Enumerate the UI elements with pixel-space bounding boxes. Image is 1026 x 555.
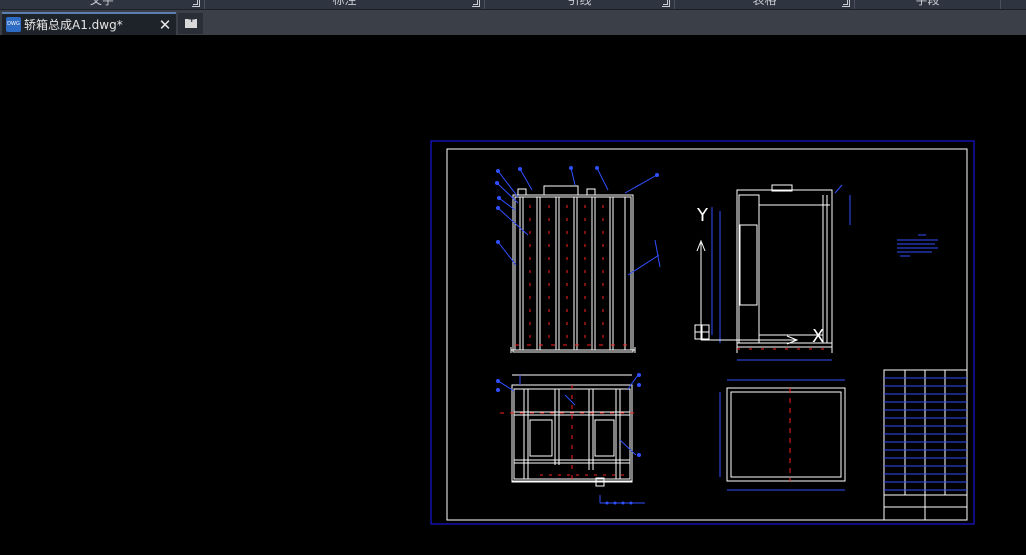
- file-tab[interactable]: 轿箱总成A1.dwg* ✕: [2, 12, 176, 35]
- file-tab-bar: 轿箱总成A1.dwg* ✕: [0, 10, 1026, 35]
- ucs-x-label: X: [812, 326, 824, 347]
- ucs-icon: [694, 239, 799, 345]
- panel-expand-icon[interactable]: [662, 0, 670, 7]
- cad-drawing: Y X: [430, 140, 975, 525]
- ribbon-panel-field[interactable]: 字段: [855, 0, 1001, 9]
- panel-expand-icon[interactable]: [842, 0, 850, 7]
- floor-view: [726, 387, 846, 482]
- dwg-file-icon: [6, 17, 21, 32]
- ucs-y-label: Y: [696, 205, 709, 226]
- ribbon-panel-text-label: 文字: [89, 0, 114, 7]
- ribbon-panel-table-label: 表格: [752, 0, 777, 7]
- floor-view-dimensions: [719, 379, 845, 491]
- new-tab-icon: [184, 14, 197, 28]
- side-view-dimensions: [711, 184, 851, 361]
- ribbon-panel-text[interactable]: 文字: [0, 0, 205, 9]
- ribbon-panel-titles: 文字 标注 引线 表格 字段: [0, 0, 1026, 10]
- file-tab-label: 轿箱总成A1.dwg*: [24, 18, 123, 32]
- panel-expand-icon[interactable]: [472, 0, 480, 7]
- plan-view: [511, 374, 633, 487]
- ribbon-panel-leader[interactable]: 引线: [485, 0, 675, 9]
- ribbon-panel-dimension[interactable]: 标注: [205, 0, 485, 9]
- plan-view-balloons: [496, 373, 641, 505]
- new-tab-button[interactable]: [178, 13, 203, 34]
- front-view: [510, 185, 636, 353]
- technical-notes: [897, 234, 938, 257]
- ribbon-panel-dimension-label: 标注: [332, 0, 357, 7]
- front-view-centerlines: [515, 205, 631, 347]
- close-icon[interactable]: ✕: [156, 16, 174, 34]
- ribbon-panel-field-label: 字段: [915, 0, 940, 7]
- ribbon-panel-table[interactable]: 表格: [675, 0, 855, 9]
- front-view-leaders: [496, 167, 661, 276]
- panel-expand-icon[interactable]: [192, 0, 200, 7]
- title-block: [883, 369, 968, 521]
- ribbon-panel-leader-label: 引线: [567, 0, 592, 7]
- drawing-canvas[interactable]: Y X: [0, 35, 1026, 555]
